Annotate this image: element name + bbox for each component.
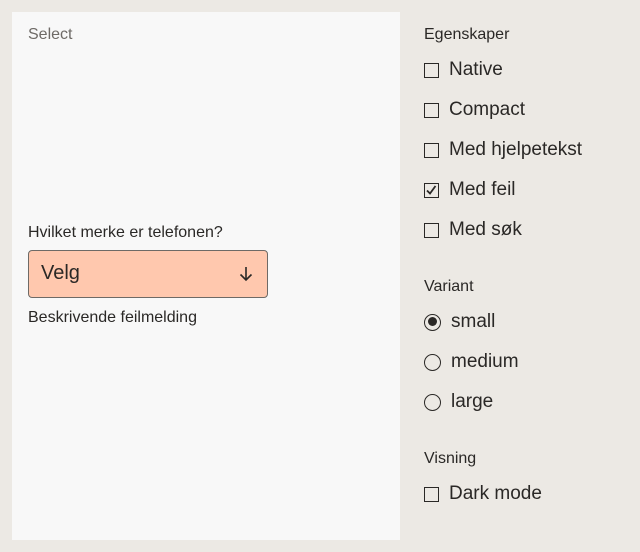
checkmark-icon xyxy=(426,184,437,195)
error-message: Beskrivende feilmelding xyxy=(28,309,197,326)
checkbox-dark-mode[interactable]: Dark mode xyxy=(424,482,542,506)
variant-title: Variant xyxy=(424,278,474,295)
checkbox-help-text[interactable]: Med hjelpetekst xyxy=(424,138,582,162)
checkbox-native[interactable]: Native xyxy=(424,58,503,82)
radio-large[interactable]: large xyxy=(424,390,493,414)
checkbox-box xyxy=(424,62,439,78)
checkbox-box xyxy=(424,142,439,158)
checkbox-label: Med feil xyxy=(449,179,516,200)
display-title: Visning xyxy=(424,450,477,467)
checkbox-compact[interactable]: Compact xyxy=(424,98,525,122)
checkbox-box xyxy=(424,102,439,118)
arrow-down-icon xyxy=(237,265,255,283)
radio-label: large xyxy=(451,391,494,412)
checkbox-label: Native xyxy=(449,59,503,80)
properties-title: Egenskaper xyxy=(424,26,510,43)
select-value: Velg xyxy=(41,262,80,284)
radio-circle xyxy=(424,393,441,411)
radio-label: small xyxy=(451,311,496,332)
checkbox-box xyxy=(424,222,439,238)
checkbox-label: Compact xyxy=(449,99,526,120)
preview-canvas: Select Hvilket merke er telefonen? Velg … xyxy=(12,12,400,540)
brand-select[interactable]: Velg xyxy=(28,250,268,298)
radio-small[interactable]: small xyxy=(424,310,495,334)
preview-title: Select xyxy=(28,26,73,43)
checkbox-box xyxy=(424,486,439,502)
checkbox-box-checked xyxy=(424,182,439,198)
checkbox-label: Dark mode xyxy=(449,483,542,504)
radio-circle xyxy=(424,353,441,371)
select-label: Hvilket merke er telefonen? xyxy=(28,224,223,241)
radio-circle-selected xyxy=(424,313,441,331)
radio-label: medium xyxy=(451,351,519,372)
radio-medium[interactable]: medium xyxy=(424,350,519,374)
checkbox-with-error[interactable]: Med feil xyxy=(424,178,516,202)
checkbox-with-search[interactable]: Med søk xyxy=(424,218,522,242)
checkbox-label: Med hjelpetekst xyxy=(449,139,583,160)
checkbox-label: Med søk xyxy=(449,219,522,240)
